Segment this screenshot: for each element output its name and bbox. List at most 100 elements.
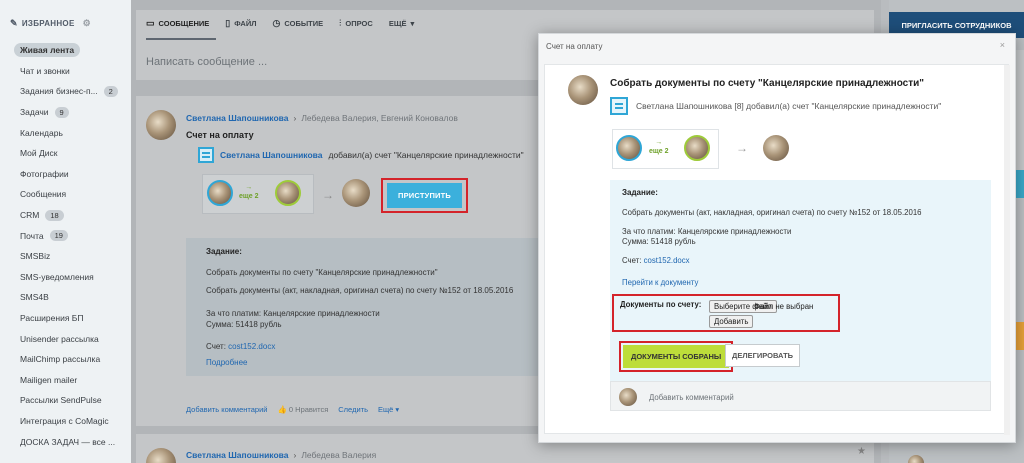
next-participant-avatar[interactable]: [763, 135, 789, 161]
alarm-icon: ◷: [272, 18, 281, 28]
sidebar-item-label: Фотографии: [20, 168, 69, 179]
sidebar-item[interactable]: SMSBiz: [0, 246, 131, 267]
next-participant-avatar[interactable]: [342, 179, 370, 207]
gear-icon[interactable]: ⚙: [83, 18, 91, 29]
right-widget-accent: [1016, 322, 1024, 350]
start-button[interactable]: ПРИСТУПИТЬ: [387, 183, 463, 208]
task-line: Собрать документы по счету "Канцелярские…: [206, 268, 438, 277]
sidebar-item-label: SMS-уведомления: [20, 271, 94, 282]
delegate-button[interactable]: ДЕЛЕГИРОВАТЬ: [725, 344, 801, 367]
participant-avatar[interactable]: [684, 135, 710, 161]
sidebar-item[interactable]: ДОСКА ЗАДАЧ — все ...: [0, 431, 131, 452]
sidebar-item-label: Почта: [20, 230, 44, 241]
post-action-line: Светлана Шапошникова добавил(а) счет "Ка…: [198, 147, 524, 163]
compose-tab[interactable]: ЕЩЁ ▾: [389, 18, 414, 29]
workflow-more[interactable]: → еще 2: [239, 183, 259, 201]
sidebar-item[interactable]: SMS-уведомления: [0, 267, 131, 288]
documents-upload-frame: Документы по счету: Выберите файл Файл н…: [612, 294, 840, 332]
invoice-modal: Счет на оплату × Собрать документы по сч…: [538, 33, 1016, 443]
message-input[interactable]: Написать сообщение ...: [146, 56, 267, 68]
sidebar-item[interactable]: Фотографии: [0, 164, 131, 185]
invoice-file-link[interactable]: cost152.docx: [228, 342, 275, 351]
compose-tab[interactable]: ▯ ФАЙЛ: [225, 18, 256, 29]
author-avatar[interactable]: [146, 110, 176, 140]
message-icon: ▭: [146, 18, 155, 28]
participant-avatar[interactable]: [207, 180, 233, 206]
sidebar-item[interactable]: CRM 18: [0, 205, 131, 226]
counter-badge: 9: [54, 106, 69, 118]
sidebar-item[interactable]: Сообщения: [0, 184, 131, 205]
sidebar-item[interactable]: Почта 19: [0, 225, 131, 246]
sidebar-item-label: Живая лента: [14, 43, 81, 58]
participant-avatar[interactable]: [616, 135, 642, 161]
poll-icon: ⫶: [339, 18, 342, 28]
goto-document-link[interactable]: Перейти к документу: [622, 278, 698, 287]
follow-link[interactable]: Следить: [338, 405, 368, 414]
workflow-more[interactable]: → еще 2: [649, 138, 669, 156]
sidebar-item-label: MailChimp рассылка: [20, 354, 101, 365]
compose-tab-label: ОПРОС: [345, 19, 373, 28]
scrollbar[interactable]: [1004, 65, 1010, 435]
sidebar-item[interactable]: SMS4B: [0, 287, 131, 308]
action-text: добавил(а) счет "Канцелярские принадлежн…: [328, 150, 524, 160]
sidebar-item[interactable]: MailChimp рассылка: [0, 349, 131, 370]
task-line: Собрать документы (акт, накладная, ориги…: [206, 286, 514, 295]
action-author-link[interactable]: Светлана Шапошникова: [220, 150, 322, 160]
add-button[interactable]: Добавить: [709, 315, 754, 328]
chevron-right-icon: ›: [293, 450, 297, 460]
invoice-file-link[interactable]: cost152.docx: [644, 256, 690, 265]
sidebar-item-label: Чат и звонки: [20, 65, 70, 76]
compose-tab[interactable]: ⫶ ОПРОС: [339, 18, 373, 29]
sidebar-item-label: Календарь: [20, 127, 63, 138]
sidebar-item[interactable]: Мой Диск: [0, 143, 131, 164]
task-card: Собрать документы по счету "Канцелярские…: [544, 64, 1010, 435]
comment-box[interactable]: Добавить комментарий: [610, 381, 991, 411]
workflow-participants: → еще 2: [612, 129, 719, 169]
post-author-link[interactable]: Светлана Шапошникова: [186, 450, 288, 460]
action-text: Светлана Шапошникова [8] добавил(а) счет…: [636, 101, 942, 111]
comment-placeholder: Добавить комментарий: [649, 393, 734, 402]
invoice-line: Счет: cost152.docx: [206, 342, 276, 351]
compose-tab[interactable]: ◷ СОБЫТИЕ: [273, 18, 324, 29]
sidebar-item[interactable]: Рассылки SendPulse: [0, 390, 131, 411]
sidebar-item-label: Рассылки SendPulse: [20, 395, 102, 406]
more-link[interactable]: Ещё ▾: [378, 405, 399, 414]
more-link[interactable]: Подробнее: [206, 358, 248, 367]
sidebar-item-label: Расширения БП: [20, 313, 84, 324]
task-title: Собрать документы по счету "Канцелярские…: [610, 78, 925, 89]
sidebar-item[interactable]: Задания бизнес-п... 2: [0, 81, 131, 102]
post-recipients[interactable]: Лебедева Валерия, Евгений Коновалов: [301, 113, 458, 123]
user-avatar: [619, 388, 637, 406]
invoice-line: Счет: cost152.docx: [622, 256, 690, 265]
compose-tab-label: ЕЩЁ: [388, 19, 407, 28]
sidebar-item[interactable]: Расширения БП: [0, 308, 131, 329]
close-icon[interactable]: ×: [1000, 40, 1005, 50]
left-sidebar: ✎ ИЗБРАННОЕ ⚙ Живая лента Чат и звонки Зад…: [0, 0, 131, 463]
sidebar-item[interactable]: Интеграция с CoMagic: [0, 411, 131, 432]
star-icon[interactable]: ★: [857, 446, 866, 457]
task-details: Задание: Собрать документы (акт, накладн…: [610, 180, 991, 402]
document-icon: [610, 97, 628, 115]
add-comment-link[interactable]: Добавить комментарий: [186, 405, 267, 414]
post-recipients[interactable]: Лебедева Валерия: [301, 450, 376, 460]
chevron-down-icon: ▾: [410, 19, 415, 28]
like-button[interactable]: 👍 0 Нравится: [277, 405, 328, 414]
post-author-line: Светлана Шапошникова › Лебедева Валерия: [186, 450, 376, 460]
sidebar-item[interactable]: Чат и звонки: [0, 61, 131, 82]
file-icon: ▯: [225, 18, 231, 28]
compose-tab[interactable]: ▭ СООБЩЕНИЕ: [146, 18, 209, 29]
author-avatar[interactable]: [568, 75, 598, 105]
compose-tab-label: ФАЙЛ: [234, 19, 257, 28]
participant-avatar[interactable]: [275, 180, 301, 206]
sidebar-item[interactable]: Задачи 9: [0, 102, 131, 123]
sidebar-item[interactable]: Unisender рассылка: [0, 328, 131, 349]
favorites-header[interactable]: ✎ ИЗБРАННОЕ ⚙: [10, 18, 91, 29]
task-action-line: Светлана Шапошникова [8] добавил(а) счет…: [610, 97, 941, 115]
documents-collected-button[interactable]: ДОКУМЕНТЫ СОБРАНЫ: [623, 345, 730, 368]
author-avatar[interactable]: [146, 448, 176, 463]
sidebar-item[interactable]: Живая лента: [0, 40, 131, 61]
sidebar-item[interactable]: Календарь: [0, 122, 131, 143]
task-line: За что платим: Канцелярские принадлежнос…: [206, 309, 380, 318]
sidebar-item[interactable]: Mailigen mailer: [0, 370, 131, 391]
post-author-link[interactable]: Светлана Шапошникова: [186, 113, 288, 123]
